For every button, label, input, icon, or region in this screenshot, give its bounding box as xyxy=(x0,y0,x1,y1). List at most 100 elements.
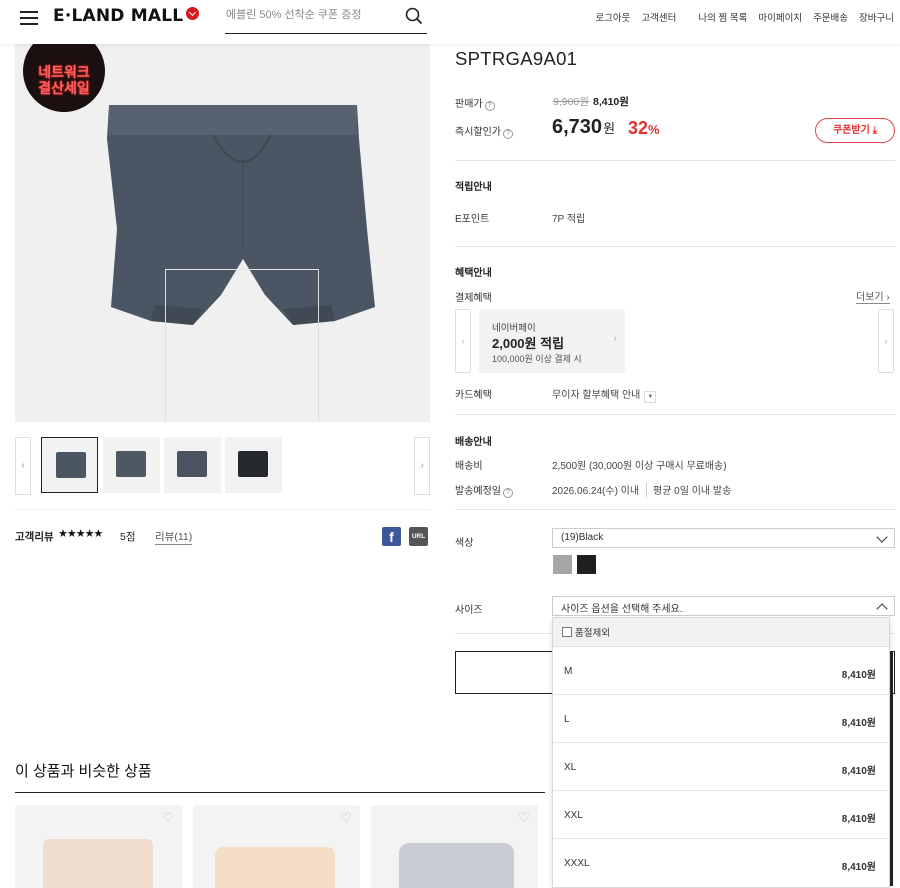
chevron-down-icon xyxy=(876,531,888,543)
final-price: 6,730원 xyxy=(552,116,615,139)
nav-logout[interactable]: 로그아웃 xyxy=(595,10,630,24)
benefit-card-amount: 2,000원 적립 xyxy=(492,336,565,351)
benefits-more-link[interactable]: 더보기 › xyxy=(856,288,890,304)
ship-average-value: 평균 0일 이내 발송 xyxy=(646,482,731,497)
divider xyxy=(455,246,895,247)
price-label: 판매가? xyxy=(455,95,495,111)
price-label-text: 판매가 xyxy=(455,99,483,110)
size-options-dropdown: 품절제외 M 8,410원 L 8,410원 XL 8,410원 XXL 8,410원 … xyxy=(552,617,893,888)
chevron-right-icon: › xyxy=(613,333,617,344)
exclude-soldout-toggle[interactable]: 품절제외 xyxy=(553,618,889,647)
size-option-m[interactable]: M 8,410원 xyxy=(553,647,889,695)
sale-price: 8,410원 xyxy=(593,96,629,108)
facebook-share-icon[interactable]: f xyxy=(382,527,401,546)
size-option-price: 8,410원 xyxy=(841,718,876,729)
size-option-name: L xyxy=(564,714,570,725)
original-price: 9,900원 xyxy=(553,96,589,108)
color-select-value: (19)Black xyxy=(561,532,604,543)
size-option-price: 8,410원 xyxy=(841,766,876,777)
review-count-link[interactable]: 리뷰(11) xyxy=(155,529,193,545)
top-nav: 로그아웃 고객센터 나의 찜 목록 마이페이지 주문배송 장바구니 xyxy=(584,10,894,24)
ship-date-value: 2026.06.24(수) 이내 xyxy=(552,486,640,497)
size-option-xxxl[interactable]: XXXL 8,410원 xyxy=(553,839,889,887)
product-main-image[interactable]: 네트워크 결산세일 xyxy=(15,44,430,422)
card-benefit-label: 카드혜택 xyxy=(455,390,492,401)
site-logo[interactable]: E·LAND MALL xyxy=(53,6,200,26)
epoint-value: 7P 적립 xyxy=(552,214,586,225)
logo-text: E·LAND MALL xyxy=(53,6,184,26)
size-option-name: XXL xyxy=(564,810,583,821)
search-input[interactable] xyxy=(226,9,396,21)
similar-product-card-2[interactable]: ♡ xyxy=(193,805,360,888)
benefit-card-naverpay[interactable]: 네이버페이 2,000원 적립 100,000원 이상 결제 시 › xyxy=(479,309,625,373)
instant-label-text: 즉시할인가 xyxy=(455,127,501,138)
search-icon[interactable] xyxy=(405,7,423,25)
discount-value: 32 xyxy=(628,118,649,138)
thumbnail-4[interactable] xyxy=(225,437,282,493)
similar-product-image xyxy=(399,843,514,888)
color-swatch-gray[interactable] xyxy=(553,555,572,574)
thumbnail-2[interactable] xyxy=(103,437,160,493)
get-coupon-button[interactable]: 쿠폰받기 ⤓ xyxy=(815,118,895,143)
card-benefit-value: 무이자 할부혜택 안내 xyxy=(552,390,641,401)
color-select[interactable]: (19)Black xyxy=(552,528,895,548)
exclude-soldout-checkbox[interactable] xyxy=(562,627,572,637)
rating-stars: ★★★★★ xyxy=(58,528,103,540)
thumbnail-image xyxy=(177,451,207,477)
instant-discount-label: 즉시할인가? xyxy=(455,123,513,139)
menu-icon[interactable] xyxy=(15,8,43,28)
search-bar xyxy=(225,6,427,34)
size-option-l[interactable]: L 8,410원 xyxy=(553,695,889,743)
benefits-section-title: 혜택안내 xyxy=(455,268,492,279)
review-summary: 고객리뷰 ★★★★★ 5점 리뷰(11) f URL xyxy=(15,509,430,547)
heart-icon[interactable]: ♡ xyxy=(340,811,354,825)
size-option-price: 8,410원 xyxy=(841,862,876,873)
thumbnail-image xyxy=(56,452,86,478)
card-benefit-dropdown[interactable]: 무이자 할부혜택 안내 ▼ xyxy=(552,386,657,403)
shipping-section-title: 배송안내 xyxy=(455,437,492,448)
site-header: E·LAND MALL 로그아웃 고객센터 나의 찜 목록 마이페이지 주문배송… xyxy=(0,0,900,44)
similar-product-card-1[interactable]: ♡ xyxy=(15,805,182,888)
product-code: SPTRGA9A01 xyxy=(455,48,578,69)
size-label: 사이즈 xyxy=(455,605,483,616)
thumbnail-3[interactable] xyxy=(164,437,221,493)
nav-orders[interactable]: 주문배송 xyxy=(813,10,848,24)
size-option-price: 8,410원 xyxy=(841,670,876,681)
divider xyxy=(455,509,895,510)
rating-score: 5점 xyxy=(120,531,136,543)
help-icon[interactable]: ? xyxy=(503,488,513,498)
dropdown-scrollbar[interactable] xyxy=(890,652,893,886)
similar-product-card-3[interactable]: ♡ xyxy=(371,805,538,888)
discount-rate: 32% xyxy=(628,118,660,139)
benefit-prev-button[interactable]: ‹ xyxy=(455,309,471,373)
size-option-xxl[interactable]: XXL 8,410원 xyxy=(553,791,889,839)
size-option-xl[interactable]: XL 8,410원 xyxy=(553,743,889,791)
epoint-label: E포인트 xyxy=(455,214,490,225)
heart-icon[interactable]: ♡ xyxy=(518,811,532,825)
heart-icon[interactable]: ♡ xyxy=(162,811,176,825)
color-swatch-black[interactable] xyxy=(577,555,596,574)
size-option-name: XL xyxy=(564,762,577,773)
nav-customer-center[interactable]: 고객센터 xyxy=(641,10,676,24)
benefit-card-condition: 100,000원 이상 결제 시 xyxy=(492,354,582,364)
logo-badge-icon xyxy=(186,7,200,20)
size-option-name: M xyxy=(564,666,573,677)
thumbnail-strip: ‹ › xyxy=(15,437,430,495)
thumb-next-button[interactable]: › xyxy=(414,437,430,495)
nav-wishlist[interactable]: 나의 찜 목록 xyxy=(698,10,747,24)
points-section-title: 적립안내 xyxy=(455,182,492,193)
size-select[interactable]: 사이즈 옵션을 선택해 주세요. xyxy=(552,596,895,616)
similar-product-image xyxy=(43,839,153,888)
help-icon[interactable]: ? xyxy=(503,129,513,139)
size-option-price: 8,410원 xyxy=(841,814,876,825)
url-copy-icon[interactable]: URL xyxy=(409,527,428,546)
similar-product-image xyxy=(215,847,335,888)
ship-date-label: 발송예정일? xyxy=(455,482,513,498)
final-price-value: 6,730 xyxy=(552,116,603,138)
benefit-next-button[interactable]: › xyxy=(878,309,894,373)
nav-mypage[interactable]: 마이페이지 xyxy=(758,10,802,24)
thumb-prev-button[interactable]: ‹ xyxy=(15,437,31,495)
thumbnail-1[interactable] xyxy=(41,437,98,493)
nav-cart[interactable]: 장바구니 xyxy=(859,10,894,24)
help-icon[interactable]: ? xyxy=(484,101,495,111)
